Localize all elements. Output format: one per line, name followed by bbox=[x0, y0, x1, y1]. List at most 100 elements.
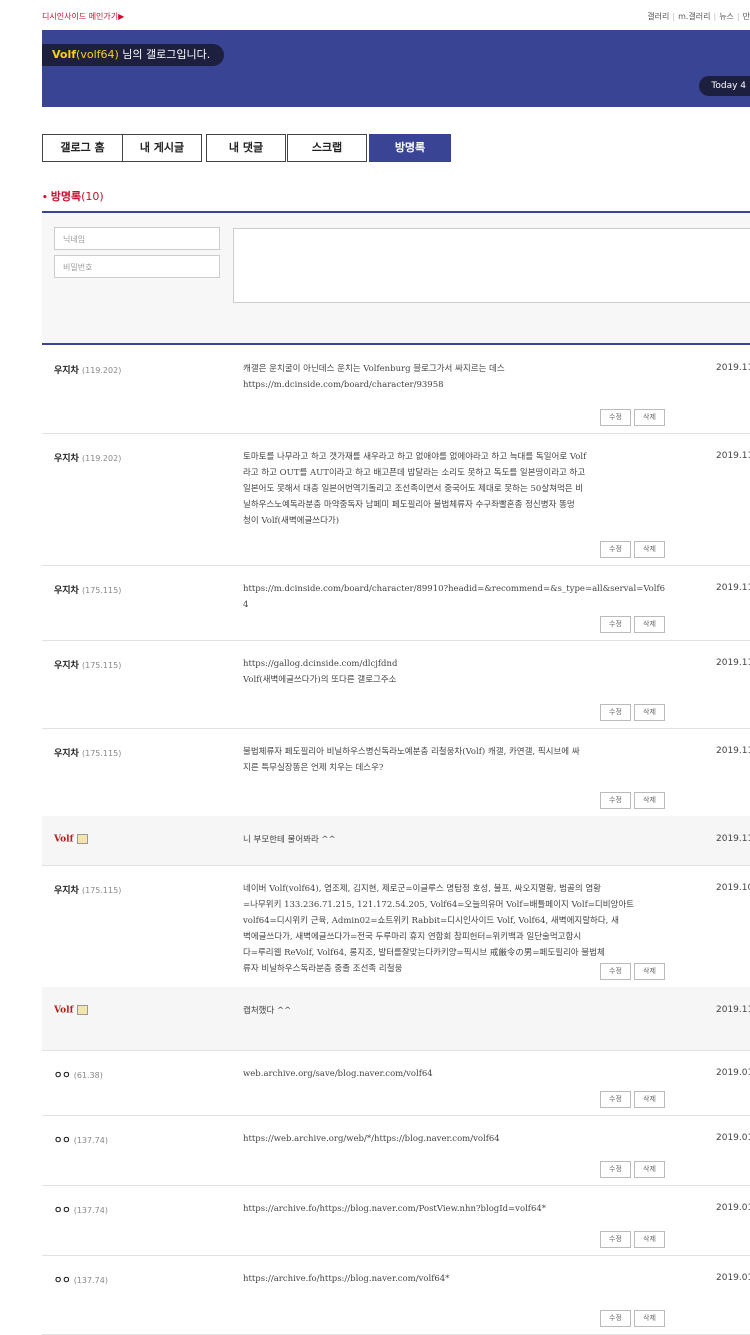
separator: | bbox=[713, 12, 717, 21]
author-name[interactable]: 우지차 bbox=[54, 749, 79, 759]
entry-date: 2019.01 bbox=[716, 1203, 750, 1213]
edit-button[interactable]: 수정 bbox=[600, 704, 631, 721]
entry-message: 캐갤은 운치굴이 아닌데스 운치는 Volfenburg 블로그가서 싸지르는 … bbox=[243, 361, 669, 393]
gallog-banner: Volf(volf64) 님의 갤로그입니다. Today 4 bbox=[42, 30, 750, 107]
entry-message: https://gallog.dcinside.com/dlcjfdnd Volf… bbox=[243, 656, 669, 688]
tab-guestbook[interactable]: 방명록 bbox=[369, 134, 451, 162]
delete-button[interactable]: 삭제 bbox=[634, 541, 665, 558]
delete-button[interactable]: 삭제 bbox=[634, 963, 665, 980]
edit-button[interactable]: 수정 bbox=[600, 1231, 631, 1248]
util-link-mgallery[interactable]: m.갤러리 bbox=[678, 12, 710, 21]
edit-button[interactable]: 수정 bbox=[600, 1310, 631, 1327]
entry-actions: 수정 삭제 bbox=[597, 404, 665, 426]
message-line[interactable]: https://gallog.dcinside.com/dlcjfdnd bbox=[243, 656, 669, 672]
author-name[interactable]: 우지차 bbox=[54, 661, 79, 671]
util-link-gallery[interactable]: 갤러리 bbox=[647, 12, 669, 21]
author[interactable]: Volf bbox=[54, 1005, 89, 1016]
author[interactable]: ㅇㅇ (137.74) bbox=[54, 1203, 108, 1216]
tab-scrap[interactable]: 스크랩 bbox=[287, 134, 367, 162]
entry-date: 2019.11 bbox=[716, 746, 750, 756]
edit-button[interactable]: 수정 bbox=[600, 409, 631, 426]
edit-button[interactable]: 수정 bbox=[600, 792, 631, 809]
util-links: 갤러리 | m.갤러리 | 뉴스 | 만 bbox=[647, 11, 750, 22]
author-name[interactable]: Volf bbox=[54, 835, 73, 845]
entry-actions: 수정 삭제 bbox=[597, 699, 665, 721]
guestbook-entry: 우지차 (119.202) 토마토를 나무라고 하고 갯가재를 새우라고 하고 없… bbox=[42, 433, 750, 566]
edit-button[interactable]: 수정 bbox=[600, 1091, 631, 1108]
message-line: Volf(새벽에글쓰다가)의 또다른 갤로그주소 bbox=[243, 675, 397, 685]
author[interactable]: 우지차 (175.115) bbox=[54, 746, 121, 759]
entry-message: 니 부모한테 물어봐라 ^^ bbox=[243, 832, 669, 848]
guestbook-entry: ㅇㅇ (137.74) https://archive.fo/https://bl… bbox=[42, 1185, 750, 1256]
author[interactable]: ㅇㅇ (61.38) bbox=[54, 1068, 103, 1081]
guestbook-entry: ㅇㅇ (137.74) https://web.archive.org/web/*… bbox=[42, 1115, 750, 1186]
section-title: • 방명록(10) bbox=[42, 188, 104, 204]
entry-actions: 수정 삭제 bbox=[597, 536, 665, 558]
tab-my-posts[interactable]: 내 게시글 bbox=[122, 134, 202, 162]
guestbook-reply: Volf 니 부모한테 물어봐라 ^^ 2019.11 bbox=[42, 816, 750, 866]
guestbook-entry: 우지차 (175.115) https://gallog.dcinside.com… bbox=[42, 640, 750, 729]
delete-button[interactable]: 삭제 bbox=[634, 1231, 665, 1248]
tab-my-comments[interactable]: 내 댓글 bbox=[206, 134, 286, 162]
author-name[interactable]: ㅇㅇ bbox=[54, 1206, 71, 1216]
entry-message: https://m.dcinside.com/board/character/8… bbox=[243, 581, 669, 613]
gallog-owner-icon bbox=[77, 1005, 89, 1015]
guestbook-entry: 우지차 (175.115) 불법체류자 페도필리아 비닐하우스병신독라노예분충 리… bbox=[42, 728, 750, 817]
author-name[interactable]: Volf bbox=[54, 1006, 73, 1016]
entry-message: https://web.archive.org/web/*/https://bl… bbox=[243, 1131, 669, 1147]
delete-button[interactable]: 삭제 bbox=[634, 616, 665, 633]
author-name[interactable]: 우지차 bbox=[54, 586, 79, 596]
author[interactable]: 우지차 (175.115) bbox=[54, 658, 121, 671]
util-link-more[interactable]: 만 bbox=[743, 12, 750, 21]
entry-message: web.archive.org/save/blog.naver.com/volf… bbox=[243, 1066, 669, 1082]
entry-actions: 수정 삭제 bbox=[597, 1156, 665, 1178]
util-link-news[interactable]: 뉴스 bbox=[719, 12, 734, 21]
author[interactable]: 우지차 (119.202) bbox=[54, 451, 121, 464]
author-ip: (119.202) bbox=[81, 366, 122, 375]
author-name[interactable]: 우지차 bbox=[54, 366, 79, 376]
delete-button[interactable]: 삭제 bbox=[634, 409, 665, 426]
guestbook-entry: 우지차 (175.115) 네이버 Volf(volf64), 염조제, 김지현,… bbox=[42, 865, 750, 988]
delete-button[interactable]: 삭제 bbox=[634, 704, 665, 721]
message-line[interactable]: https://m.dcinside.com/board/character/8… bbox=[243, 581, 669, 613]
author-name[interactable]: 우지차 bbox=[54, 886, 79, 896]
delete-button[interactable]: 삭제 bbox=[634, 792, 665, 809]
tab-gallog-home[interactable]: 갤로그 홈 bbox=[42, 134, 123, 162]
author-ip: (137.74) bbox=[73, 1276, 108, 1285]
author-name[interactable]: ㅇㅇ bbox=[54, 1136, 71, 1146]
message-textarea[interactable] bbox=[233, 228, 750, 303]
message-line[interactable]: https://web.archive.org/web/*/https://bl… bbox=[243, 1131, 669, 1147]
message-line: 라고 하고 OUT를 AUT이라고 하고 배고픈데 밥달라는 소리도 못하고 독… bbox=[243, 468, 586, 478]
author[interactable]: Volf bbox=[54, 834, 89, 845]
message-line[interactable]: https://archive.fo/https://blog.naver.co… bbox=[243, 1271, 669, 1287]
edit-button[interactable]: 수정 bbox=[600, 616, 631, 633]
author-name[interactable]: ㅇㅇ bbox=[54, 1276, 71, 1286]
author[interactable]: 우지차 (119.202) bbox=[54, 363, 121, 376]
entry-message: 캡처했다 ^^ bbox=[243, 1003, 669, 1019]
author-name[interactable]: ㅇㅇ bbox=[54, 1071, 71, 1081]
author[interactable]: ㅇㅇ (137.74) bbox=[54, 1273, 108, 1286]
edit-button[interactable]: 수정 bbox=[600, 963, 631, 980]
delete-button[interactable]: 삭제 bbox=[634, 1091, 665, 1108]
author-ip: (175.115) bbox=[81, 749, 122, 758]
delete-button[interactable]: 삭제 bbox=[634, 1310, 665, 1327]
entry-date: 2019.01 bbox=[716, 1068, 750, 1078]
message-line[interactable]: https://m.dcinside.com/board/character/9… bbox=[243, 377, 669, 393]
nickname-field[interactable]: 닉네임 bbox=[54, 227, 220, 250]
separator: | bbox=[736, 12, 740, 21]
author[interactable]: ㅇㅇ (137.74) bbox=[54, 1133, 108, 1146]
delete-button[interactable]: 삭제 bbox=[634, 1161, 665, 1178]
author-ip: (175.115) bbox=[81, 661, 122, 670]
password-field[interactable]: 비밀번호 bbox=[54, 255, 220, 278]
message-line[interactable]: https://archive.fo/https://blog.naver.co… bbox=[243, 1201, 669, 1217]
edit-button[interactable]: 수정 bbox=[600, 1161, 631, 1178]
edit-button[interactable]: 수정 bbox=[600, 541, 631, 558]
message-line[interactable]: web.archive.org/save/blog.naver.com/volf… bbox=[243, 1066, 669, 1082]
author[interactable]: 우지차 (175.115) bbox=[54, 883, 121, 896]
dcinside-main-link[interactable]: 디시인사이드 메인가기▶ bbox=[42, 11, 124, 22]
author-name[interactable]: 우지차 bbox=[54, 454, 79, 464]
message-line: 불법체류자 페도필리아 비닐하우스병신독라노예분충 리철웅차(Volf) 캐갤,… bbox=[243, 747, 580, 757]
author[interactable]: 우지차 (175.115) bbox=[54, 583, 121, 596]
entry-actions: 수정 삭제 bbox=[597, 787, 665, 809]
entry-message: https://archive.fo/https://blog.naver.co… bbox=[243, 1201, 669, 1217]
